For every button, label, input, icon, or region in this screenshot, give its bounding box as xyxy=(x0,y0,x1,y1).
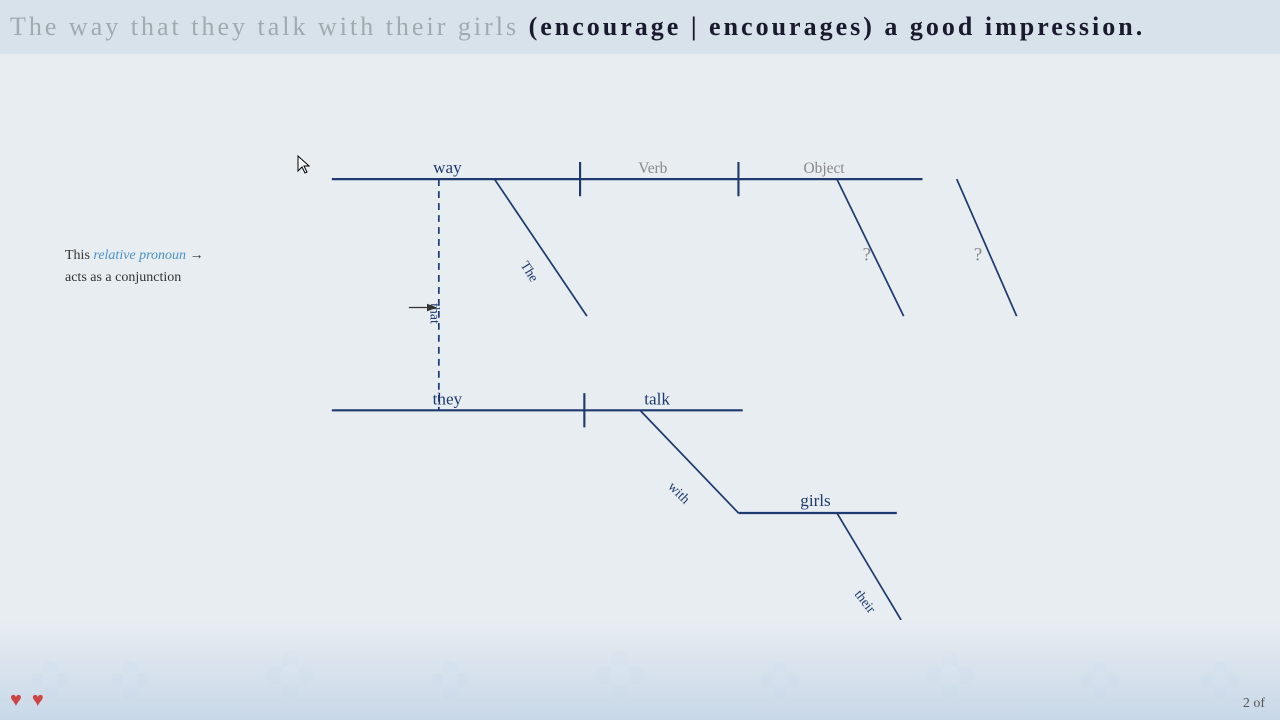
label-way: way xyxy=(433,158,462,177)
label-girls: girls xyxy=(800,491,831,510)
label-they: they xyxy=(433,389,463,408)
label-the-article: The xyxy=(518,258,542,284)
label-q1: ? xyxy=(863,244,871,265)
label-verb: Verb xyxy=(638,160,667,177)
sentence-black-part: (encourage | encourages) a good impressi… xyxy=(529,12,1146,41)
annotation-box: This relative pronoun → acts as a conjun… xyxy=(65,245,204,290)
label-with: with xyxy=(665,479,693,507)
heart-icon-1[interactable]: ♥ xyxy=(10,689,22,712)
annotation-line2: acts as a conjunction xyxy=(65,267,204,289)
label-talk: talk xyxy=(644,389,670,408)
sentence-bar: The way that they talk with their girls … xyxy=(0,0,1280,54)
bg-flowers xyxy=(0,640,1280,720)
sentence-gray-part: The way that they talk with their girls xyxy=(10,12,519,41)
label-that: that xyxy=(427,303,442,324)
page-number: 2 of xyxy=(1243,696,1265,712)
relative-pronoun-label: relative pronoun xyxy=(93,248,186,263)
annotation-line1: This relative pronoun → xyxy=(65,245,204,267)
heart-icon-2[interactable]: ♥ xyxy=(32,689,44,712)
label-object: Object xyxy=(804,160,846,177)
diagram-area: way Verb Object The ? ? that xyxy=(0,55,1280,620)
label-their: their xyxy=(852,587,880,616)
label-q2: ? xyxy=(974,244,982,265)
heart-icons-area: ♥ ♥ xyxy=(10,689,44,712)
